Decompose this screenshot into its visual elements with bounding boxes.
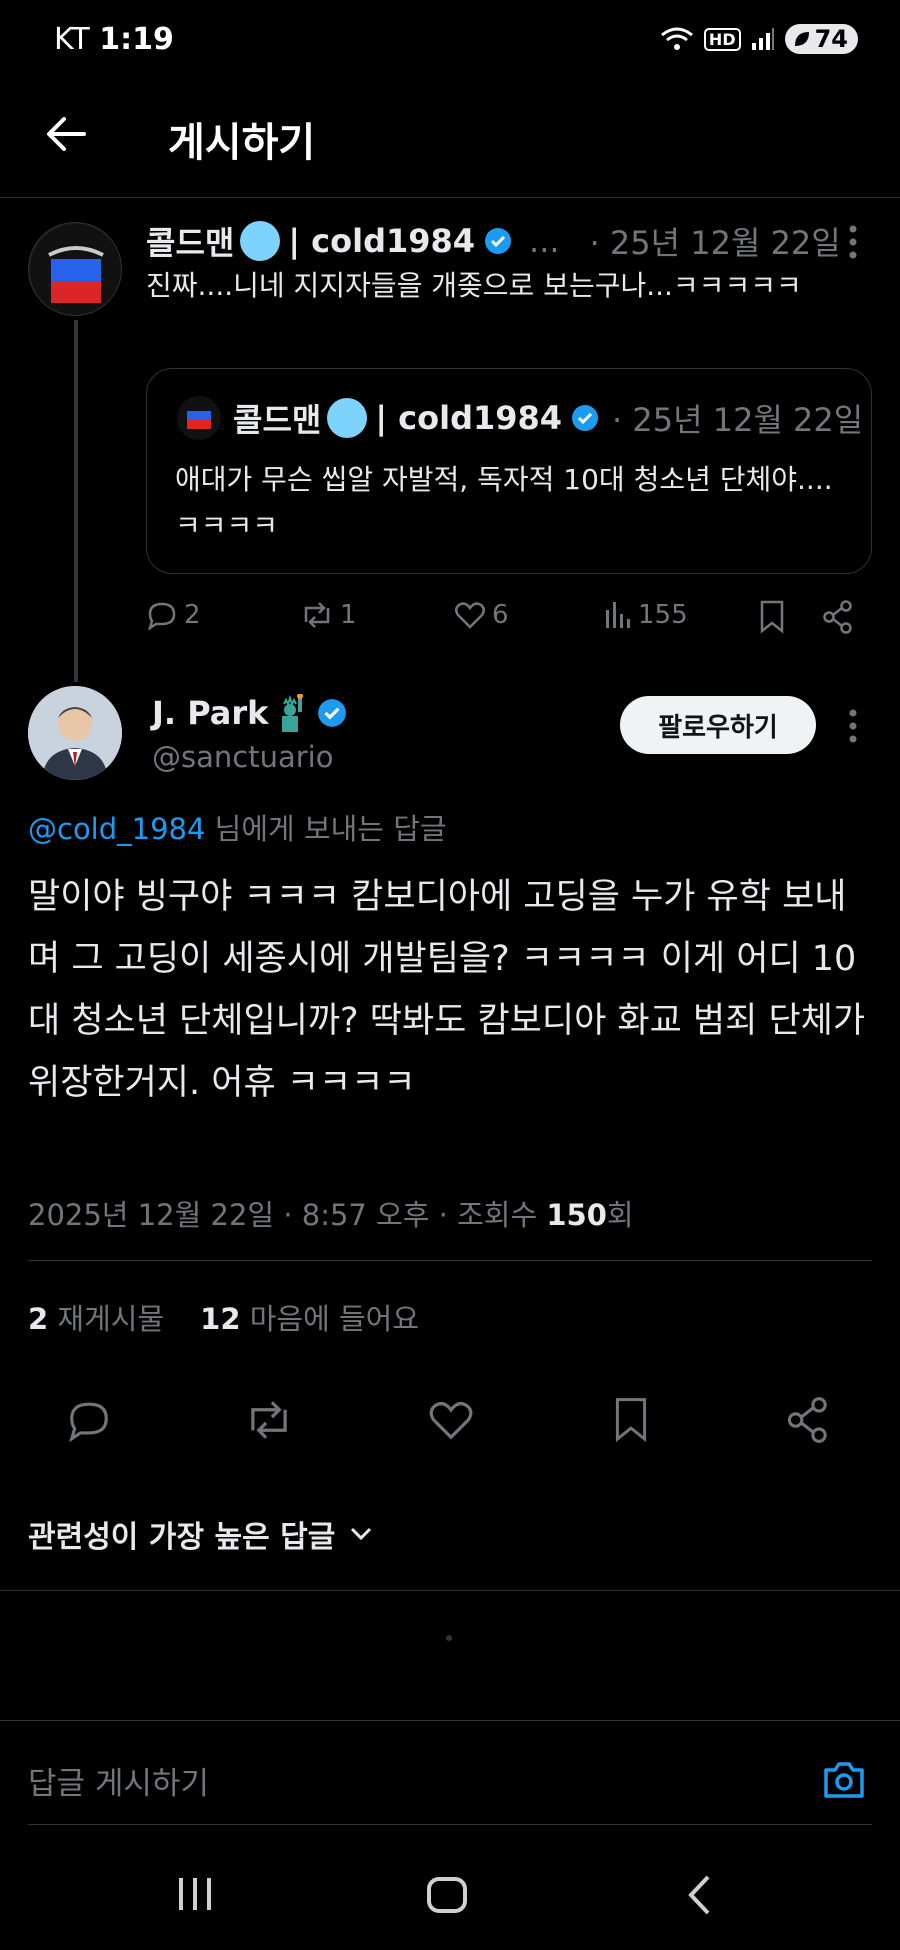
post-timestamp: 2025년 12월 22일 · 8:57 오후 · 조회수: [28, 1198, 547, 1232]
verified-badge-icon: [485, 228, 512, 254]
repost-icon[interactable]: [244, 1398, 294, 1442]
more-options-icon[interactable]: [848, 708, 858, 744]
repost-button[interactable]: 1: [300, 600, 357, 630]
views-button[interactable]: 155: [602, 600, 688, 630]
hd-icon: HD: [703, 27, 741, 51]
thread-line: [74, 320, 78, 682]
wifi-icon: [660, 27, 693, 50]
post-date: · 25년 12월 22일: [589, 224, 841, 262]
cold-face-emoji-icon: [240, 221, 281, 261]
status-icons: HD 74: [660, 24, 858, 54]
heart-icon: [455, 602, 485, 629]
replying-suffix: 님에게 보내는 답글: [205, 812, 447, 846]
top-app-bar: 게시하기: [0, 86, 900, 198]
main-post-text: 말이야 빙구야 ㅋㅋㅋ 캄보디아에 고딩을 누가 유학 보내며 그 고딩이 세종…: [28, 877, 866, 1103]
quote-date: · 25년 12월 22일: [612, 401, 864, 439]
like-button[interactable]: 6: [454, 600, 509, 630]
verified-badge-icon: [572, 405, 599, 431]
divider: [0, 1720, 900, 1721]
name-ellipsis: ...: [529, 222, 560, 260]
reposts-count: 2: [28, 1302, 49, 1336]
divider: [28, 1824, 872, 1825]
parent-post-header: 콜드맨 | cold1984 ... · 25년 12월 22일: [146, 218, 841, 264]
parent-post-actions: 2 1 6 155: [146, 596, 866, 640]
battery-indicator: 74: [784, 24, 858, 54]
cold-face-emoji-icon: [327, 398, 368, 438]
main-post-header: J. Park: [152, 694, 348, 732]
battery-level: 74: [814, 25, 848, 53]
statue-of-liberty-emoji-icon: [282, 694, 304, 732]
replying-to-line: @cold_1984 님에게 보내는 답글: [28, 806, 447, 848]
more-options-icon[interactable]: [848, 224, 858, 260]
verified-badge-icon: [318, 699, 347, 727]
avatar[interactable]: [28, 686, 122, 780]
back-arrow-icon[interactable]: [44, 112, 88, 156]
camera-icon[interactable]: [820, 1756, 868, 1804]
reply-composer-input[interactable]: 답글 게시하기: [28, 1758, 209, 1803]
clock: 1:19: [99, 22, 174, 57]
quote-display-name: 콜드맨: [233, 401, 322, 439]
quote-text: 애대가 무슨 씹알 자발적, 독자적 10대 청소년 단체야....ㅋㅋㅋㅋ: [175, 463, 833, 542]
bookmark-icon[interactable]: [612, 1396, 650, 1444]
leaf-icon: [794, 32, 809, 46]
signal-icon: [751, 28, 774, 50]
page-title: 게시하기: [168, 120, 316, 166]
bookmark-icon[interactable]: [758, 600, 786, 634]
main-post-actions: [0, 1392, 900, 1452]
views-chart-icon: [606, 602, 630, 628]
divider: [28, 1260, 872, 1261]
likes-label: 마음에 들어요: [249, 1302, 420, 1336]
likes-count: 12: [200, 1302, 241, 1336]
view-count: 155: [638, 600, 688, 630]
quote-avatar: [177, 396, 221, 440]
back-nav-icon[interactable]: [686, 1874, 712, 1916]
reposts-label: 재게시물: [57, 1302, 165, 1336]
display-name[interactable]: J. Park: [152, 694, 268, 732]
home-icon[interactable]: [426, 1876, 468, 1914]
jpark-avatar-image: [28, 686, 122, 780]
cold1984-avatar-image: [30, 224, 121, 315]
system-navigation-bar: [0, 1860, 900, 1930]
reply-icon: [148, 602, 176, 630]
likes-stat[interactable]: 12 마음에 들어요: [200, 1296, 419, 1338]
engagement-stats: 2 재게시물 12 마음에 들어요: [28, 1296, 419, 1338]
share-icon[interactable]: [822, 600, 854, 634]
repost-count: 1: [340, 600, 357, 630]
share-icon[interactable]: [786, 1396, 830, 1444]
name-suffix[interactable]: | cold1984: [288, 222, 475, 260]
chevron-down-icon: [351, 1527, 372, 1541]
display-name[interactable]: 콜드맨: [146, 218, 234, 264]
mention-link[interactable]: @cold_1984: [28, 812, 205, 846]
quote-name-suffix: | cold1984: [375, 399, 563, 437]
recent-apps-icon[interactable]: [176, 1876, 214, 1912]
replies-sort-label: 관련성이 가장 높은 답글: [28, 1520, 336, 1555]
replies-sort-dropdown[interactable]: 관련성이 가장 높은 답글: [28, 1512, 373, 1556]
divider: [0, 1590, 900, 1591]
quote-header: 콜드맨 | cold1984 · 25년 12월 22일: [177, 395, 863, 441]
reply-icon[interactable]: [66, 1398, 112, 1442]
post-metadata: 2025년 12월 22일 · 8:57 오후 · 조회수 150회: [28, 1192, 634, 1234]
parent-post-text: 진짜....니네 지지자들을 개좆으로 보는구나...ㅋㅋㅋㅋㅋ: [146, 269, 802, 302]
carrier-label: KT: [54, 22, 90, 57]
view-count: 150: [546, 1198, 607, 1232]
reply-button[interactable]: 2: [146, 600, 201, 630]
views-suffix: 회: [606, 1198, 634, 1232]
loading-indicator: [446, 1635, 452, 1641]
status-carrier: KT 1:19: [54, 22, 174, 57]
reply-count: 2: [184, 600, 201, 630]
reposts-stat[interactable]: 2 재게시물: [28, 1296, 164, 1338]
status-bar: KT 1:19 HD 74: [0, 0, 900, 86]
like-count: 6: [492, 600, 509, 630]
follow-button[interactable]: 팔로우하기: [620, 696, 816, 754]
user-handle[interactable]: @sanctuario: [152, 740, 333, 774]
heart-icon[interactable]: [428, 1398, 474, 1442]
repost-icon: [304, 602, 330, 628]
quoted-post[interactable]: 콜드맨 | cold1984 · 25년 12월 22일 애대가 무슨 씹알 자…: [146, 368, 872, 574]
avatar[interactable]: [28, 222, 122, 316]
